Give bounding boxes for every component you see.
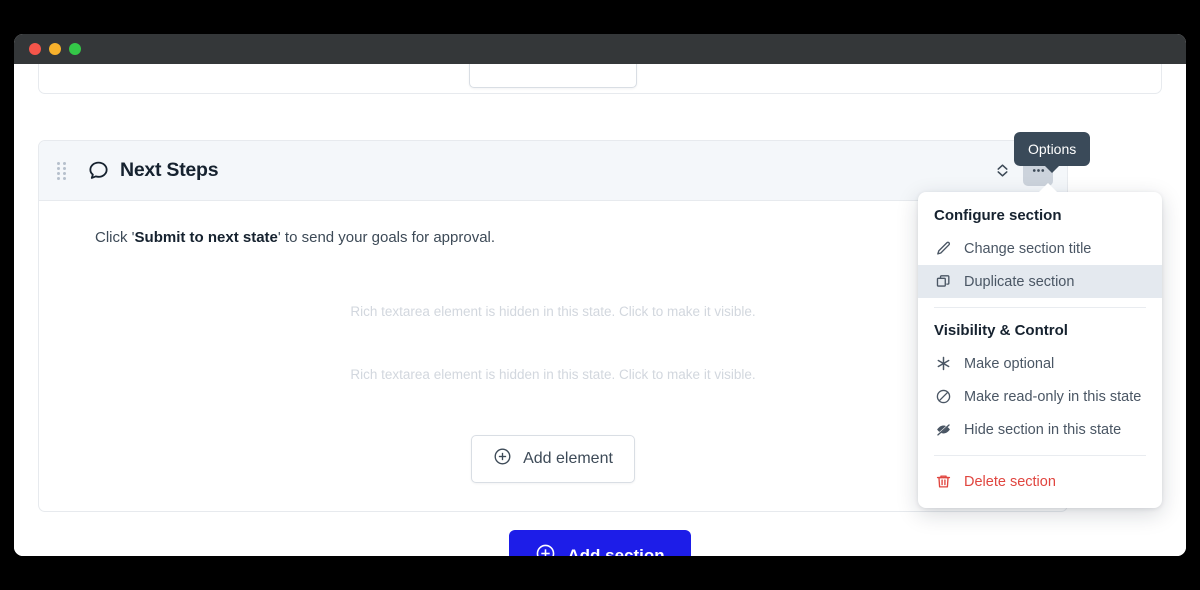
collapse-icon[interactable] [987, 156, 1017, 186]
add-section-row: Add section [14, 530, 1186, 556]
section-intro-text: Click 'Submit to next state' to send you… [39, 227, 1067, 250]
options-tooltip: Options [1014, 132, 1091, 173]
speech-bubble-icon [87, 159, 110, 182]
section-card: Next Steps Click 'Submit to next state' … [38, 140, 1068, 512]
zoom-window-button[interactable] [69, 43, 81, 55]
add-section-button[interactable]: Add section [509, 530, 691, 556]
close-window-button[interactable] [29, 43, 41, 55]
add-element-row: Add element [39, 434, 1067, 483]
pencil-icon [934, 240, 952, 257]
window-titlebar [14, 34, 1186, 64]
menu-item-hide-section[interactable]: Hide section in this state [918, 413, 1162, 446]
drag-handle[interactable] [57, 161, 69, 181]
menu-item-make-read-only[interactable]: Make read-only in this state [918, 380, 1162, 413]
menu-item-delete-section[interactable]: Delete section [918, 465, 1162, 498]
menu-item-change-section-title[interactable]: Change section title [918, 232, 1162, 265]
trash-icon [934, 473, 952, 490]
previous-add-element-button[interactable] [469, 64, 637, 88]
intro-before: Click ' [95, 229, 135, 246]
section-body: Click 'Submit to next state' to send you… [39, 201, 1067, 511]
asterisk-icon [934, 355, 952, 372]
plus-circle-icon [535, 543, 556, 556]
hidden-element-placeholder-2[interactable]: Rich textarea element is hidden in this … [39, 367, 1067, 382]
section-options-menu: Configure section Change section title D… [918, 192, 1162, 508]
page-canvas: Next Steps Click 'Submit to next state' … [14, 64, 1186, 556]
menu-item-label: Hide section in this state [964, 421, 1122, 438]
menu-item-label: Duplicate section [964, 273, 1075, 290]
ban-icon [934, 388, 952, 405]
menu-group-heading-visibility: Visibility & Control [934, 322, 1068, 339]
plus-circle-icon [493, 447, 512, 471]
intro-bold: Submit to next state [134, 229, 278, 246]
menu-item-label: Make read-only in this state [964, 388, 1142, 405]
menu-item-label: Make optional [964, 355, 1055, 372]
copy-icon [934, 273, 952, 290]
add-element-button[interactable]: Add element [471, 434, 635, 483]
hidden-element-placeholder-1[interactable]: Rich textarea element is hidden in this … [39, 304, 1067, 319]
menu-item-label: Change section title [964, 240, 1092, 257]
section-title: Next Steps [120, 159, 219, 181]
menu-divider [934, 307, 1146, 308]
browser-window: Next Steps Click 'Submit to next state' … [14, 34, 1186, 556]
add-section-label: Add section [567, 546, 665, 556]
minimize-window-button[interactable] [49, 43, 61, 55]
section-header: Next Steps [39, 141, 1067, 201]
menu-item-label: Delete section [964, 473, 1056, 490]
eye-off-icon [934, 421, 952, 438]
menu-item-make-optional[interactable]: Make optional [918, 347, 1162, 380]
add-element-label: Add element [523, 449, 613, 467]
menu-item-duplicate-section[interactable]: Duplicate section [918, 265, 1162, 298]
intro-after: ' to send your goals for approval. [277, 229, 496, 246]
menu-divider [934, 455, 1146, 456]
menu-group-heading-configure: Configure section [934, 207, 1062, 224]
